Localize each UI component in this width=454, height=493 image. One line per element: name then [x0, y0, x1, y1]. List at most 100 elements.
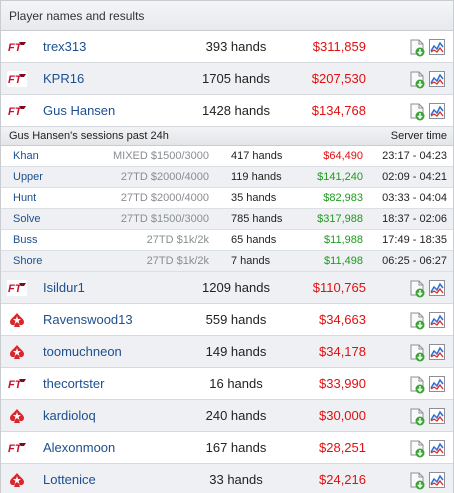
download-icon[interactable]: [409, 440, 425, 458]
result-amount: $311,859: [312, 39, 366, 54]
result-amount: $110,765: [312, 280, 366, 295]
download-icon[interactable]: [409, 312, 425, 330]
player-row[interactable]: FT Isildur1 1209 hands $110,765: [1, 272, 453, 304]
download-icon[interactable]: [409, 71, 425, 89]
graph-icon[interactable]: [429, 103, 445, 119]
hands-count: 1428 hands: [202, 103, 270, 118]
session-amount: $11,498: [324, 255, 363, 267]
player-name-link[interactable]: toomuchneon: [43, 344, 122, 359]
session-time: 17:49 - 18:35: [382, 234, 447, 246]
player-name-link[interactable]: Gus Hansen: [43, 103, 115, 118]
player-row[interactable]: FT Alexonmoon 167 hands $28,251: [1, 432, 453, 464]
player-name-link[interactable]: Lottenice: [43, 472, 96, 487]
result-amount: $34,663: [319, 312, 366, 327]
sessions-header: Gus Hansen's sessions past 24h Server ti…: [1, 127, 453, 146]
session-row: Shore 27TD $1k/2k 7 hands $11,498 06:25 - 06…: [1, 251, 453, 272]
player-list-bottom: FT Isildur1 1209 hands $110,765 Ravenswood13…: [1, 272, 453, 493]
result-amount: $24,216: [319, 472, 366, 487]
session-row: Upper 27TD $2000/4000 119 hands $141,240 02:…: [1, 167, 453, 188]
download-icon[interactable]: [409, 408, 425, 426]
hands-count: 167 hands: [205, 440, 267, 455]
session-time: 03:33 - 04:04: [382, 192, 447, 204]
session-row: Solve 27TD $1500/3000 785 hands $317,988 18:…: [1, 209, 453, 230]
session-amount: $11,988: [324, 234, 363, 246]
opponent-link[interactable]: Solve: [13, 209, 41, 230]
panel-title: Player names and results: [9, 9, 145, 23]
graph-icon[interactable]: [429, 472, 445, 488]
opponent-link[interactable]: Upper: [13, 167, 43, 188]
game-stakes: 27TD $2000/4000: [120, 192, 209, 204]
hands-count: 1705 hands: [202, 71, 270, 86]
pokerstars-icon: [7, 312, 27, 328]
download-icon[interactable]: [409, 280, 425, 298]
graph-icon[interactable]: [429, 376, 445, 392]
server-time-label: Server time: [390, 130, 447, 142]
opponent-link[interactable]: Shore: [13, 251, 42, 272]
pokerstars-icon: [7, 472, 27, 488]
opponent-link[interactable]: Khan: [13, 146, 39, 167]
player-row[interactable]: kardioloq 240 hands $30,000: [1, 400, 453, 432]
graph-icon[interactable]: [429, 280, 445, 296]
results-panel: Player names and results FT trex313 393 ha…: [0, 0, 454, 493]
result-amount: $207,530: [311, 71, 366, 86]
result-amount: $33,990: [319, 376, 366, 391]
session-hands: 65 hands: [231, 234, 277, 246]
player-row[interactable]: FT thecortster 16 hands $33,990: [1, 368, 453, 400]
session-amount: $82,983: [323, 192, 363, 204]
game-stakes: 27TD $1500/3000: [120, 213, 209, 225]
download-icon[interactable]: [409, 472, 425, 490]
sessions-title: Gus Hansen's sessions past 24h: [9, 130, 169, 142]
hands-count: 1209 hands: [202, 280, 270, 295]
pokerstars-icon: [7, 344, 27, 360]
session-time: 18:37 - 02:06: [382, 213, 447, 225]
session-row: Khan MIXED $1500/3000 417 hands $64,490 23:1…: [1, 146, 453, 167]
result-amount: $30,000: [319, 408, 366, 423]
hands-count: 240 hands: [205, 408, 267, 423]
session-time: 02:09 - 04:21: [382, 171, 447, 183]
opponent-link[interactable]: Hunt: [13, 188, 36, 209]
player-row[interactable]: FT KPR16 1705 hands $207,530: [1, 63, 453, 95]
player-row[interactable]: Ravenswood13 559 hands $34,663: [1, 304, 453, 336]
session-hands: 119 hands: [231, 171, 282, 183]
player-row[interactable]: FT trex313 393 hands $311,859: [1, 31, 453, 63]
download-icon[interactable]: [409, 376, 425, 394]
download-icon[interactable]: [409, 344, 425, 362]
graph-icon[interactable]: [429, 39, 445, 55]
player-name-link[interactable]: Isildur1: [43, 280, 85, 295]
game-stakes: 27TD $2000/4000: [120, 171, 209, 183]
panel-header: Player names and results: [1, 1, 453, 31]
full-tilt-icon: FT: [7, 280, 27, 296]
game-stakes: 27TD $1k/2k: [146, 234, 209, 246]
session-hands: 7 hands: [231, 255, 271, 267]
graph-icon[interactable]: [429, 440, 445, 456]
game-stakes: 27TD $1k/2k: [146, 255, 209, 267]
full-tilt-icon: FT: [7, 440, 27, 456]
graph-icon[interactable]: [429, 344, 445, 360]
sessions-section: Gus Hansen's sessions past 24h Server ti…: [1, 127, 453, 272]
player-name-link[interactable]: Ravenswood13: [43, 312, 133, 327]
player-name-link[interactable]: Alexonmoon: [43, 440, 115, 455]
pokerstars-icon: [7, 408, 27, 424]
graph-icon[interactable]: [429, 312, 445, 328]
hands-count: 149 hands: [205, 344, 267, 359]
opponent-link[interactable]: Buss: [13, 230, 37, 251]
player-name-link[interactable]: trex313: [43, 39, 86, 54]
hands-count: 33 hands: [209, 472, 263, 487]
result-amount: $34,178: [319, 344, 366, 359]
hands-count: 16 hands: [209, 376, 263, 391]
player-name-link[interactable]: thecortster: [43, 376, 104, 391]
player-name-link[interactable]: kardioloq: [43, 408, 96, 423]
player-row[interactable]: FT Gus Hansen 1428 hands $134,768: [1, 95, 453, 127]
graph-icon[interactable]: [429, 71, 445, 87]
full-tilt-icon: FT: [7, 376, 27, 392]
hands-count: 559 hands: [205, 312, 267, 327]
graph-icon[interactable]: [429, 408, 445, 424]
player-name-link[interactable]: KPR16: [43, 71, 84, 86]
hands-count: 393 hands: [205, 39, 267, 54]
download-icon[interactable]: [409, 39, 425, 57]
session-row: Buss 27TD $1k/2k 65 hands $11,988 17:49 - 18…: [1, 230, 453, 251]
player-row[interactable]: toomuchneon 149 hands $34,178: [1, 336, 453, 368]
download-icon[interactable]: [409, 103, 425, 121]
session-row: Hunt 27TD $2000/4000 35 hands $82,983 03:33 …: [1, 188, 453, 209]
player-row[interactable]: Lottenice 33 hands $24,216: [1, 464, 453, 493]
